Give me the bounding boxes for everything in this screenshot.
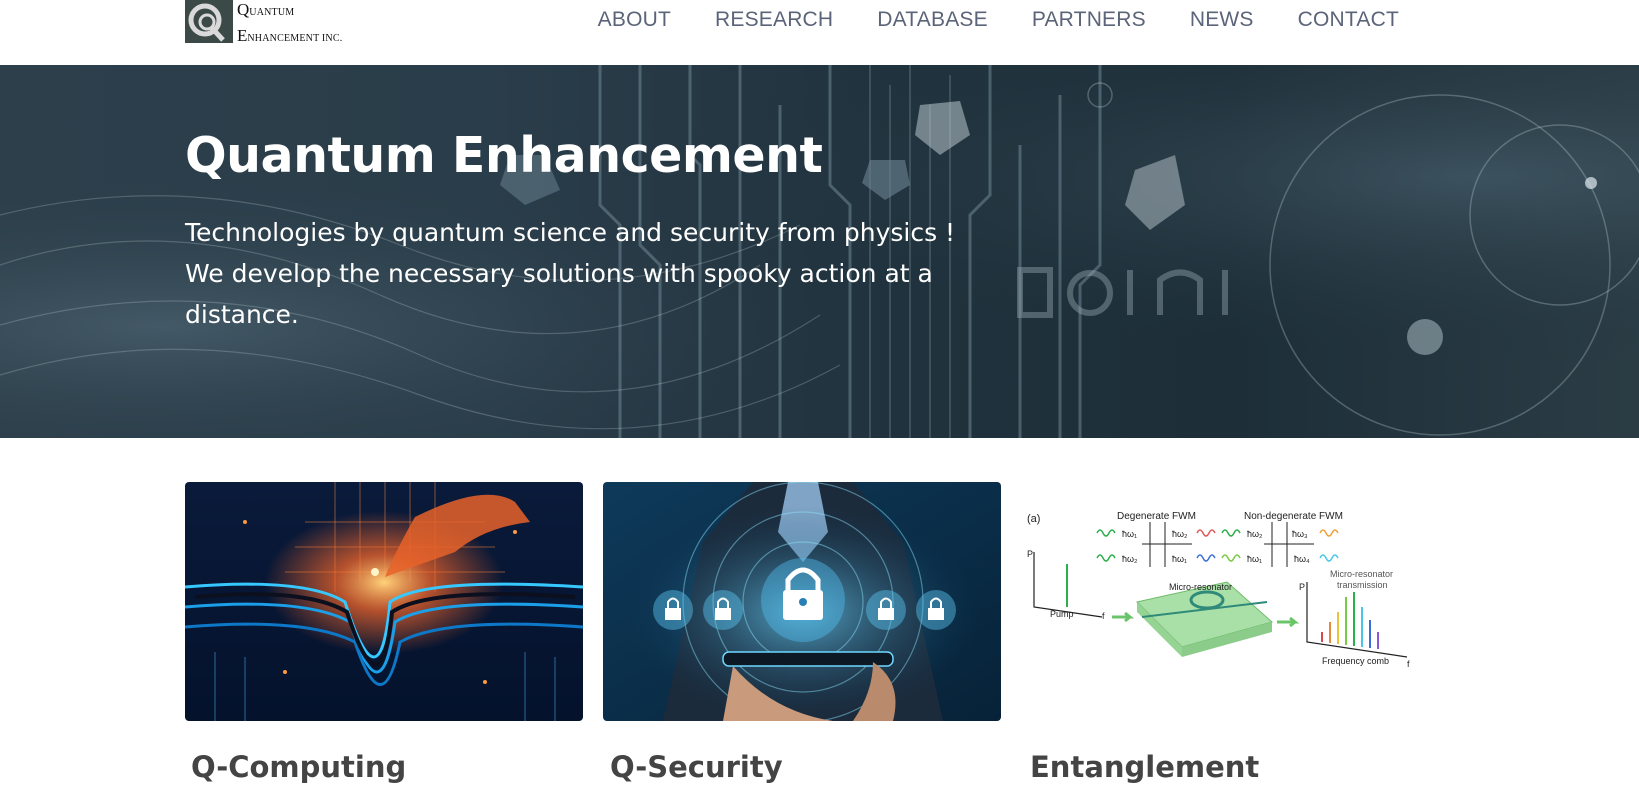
nav-news[interactable]: NEWS <box>1190 8 1254 32</box>
q-security-image[interactable] <box>603 482 1001 721</box>
figure-comb-label: Frequency comb <box>1322 656 1389 666</box>
card-title-q-computing[interactable]: Q-Computing <box>191 750 406 784</box>
main-nav: ABOUT RESEARCH DATABASE PARTNERS NEWS CO… <box>598 8 1399 32</box>
hero-subtitle: Technologies by quantum science and secu… <box>185 212 956 335</box>
card-entanglement: (a) Degenerate FWM Non-degenerate FWM ħω… <box>1022 482 1420 784</box>
svg-text:ħω₂: ħω₂ <box>1122 554 1138 564</box>
nav-research[interactable]: RESEARCH <box>715 8 833 32</box>
hero-subtitle-line: Technologies by quantum science and secu… <box>185 218 956 247</box>
hero-subtitle-line: distance. <box>185 300 299 329</box>
card-title-entanglement[interactable]: Entanglement <box>1030 750 1259 784</box>
figure-microresonator-label: Micro-resonator <box>1169 582 1232 592</box>
entanglement-diagram-image[interactable]: (a) Degenerate FWM Non-degenerate FWM ħω… <box>1022 482 1420 721</box>
q-computing-image[interactable] <box>185 482 583 721</box>
card-q-computing: Q-Computing <box>185 482 583 784</box>
svg-text:transmission: transmission <box>1337 580 1388 590</box>
figure-panel-label: (a) <box>1027 513 1040 525</box>
svg-text:ħω₁: ħω₁ <box>1247 554 1262 564</box>
hero-banner: Quantum Enhancement Technologies by quan… <box>0 65 1639 438</box>
figure-transmission-label: Micro-resonator <box>1330 569 1393 579</box>
svg-text:ħω₂: ħω₂ <box>1172 529 1188 539</box>
nav-contact[interactable]: CONTACT <box>1298 8 1399 32</box>
figure-pump-label: Pump <box>1050 609 1074 619</box>
logo-q-icon <box>185 0 233 43</box>
nav-database[interactable]: DATABASE <box>877 8 988 32</box>
hero-title: Quantum Enhancement <box>185 127 823 184</box>
logo-wordmark: QUANTUM ENHANCEMENT INC. <box>237 0 343 45</box>
svg-text:ħω₃: ħω₃ <box>1292 529 1308 539</box>
card-q-security: Q-Security <box>603 482 1001 784</box>
svg-text:ħω₂: ħω₂ <box>1247 529 1263 539</box>
figure-nondegenerate-label: Non-degenerate FWM <box>1244 511 1343 522</box>
svg-text:ħω₁: ħω₁ <box>1122 529 1137 539</box>
svg-text:P: P <box>1299 582 1305 592</box>
company-logo[interactable]: QUANTUM ENHANCEMENT INC. <box>185 0 342 44</box>
svg-text:ħω₄: ħω₄ <box>1294 554 1310 564</box>
svg-text:ħω₁: ħω₁ <box>1172 554 1187 564</box>
nav-partners[interactable]: PARTNERS <box>1032 8 1146 32</box>
figure-degenerate-label: Degenerate FWM <box>1117 511 1196 522</box>
nav-about[interactable]: ABOUT <box>598 8 671 32</box>
hero-subtitle-line: We develop the necessary solutions with … <box>185 259 933 288</box>
site-header: QUANTUM ENHANCEMENT INC. ABOUT RESEARCH … <box>0 0 1639 65</box>
svg-text:P: P <box>1027 549 1033 559</box>
card-title-q-security[interactable]: Q-Security <box>610 750 783 784</box>
